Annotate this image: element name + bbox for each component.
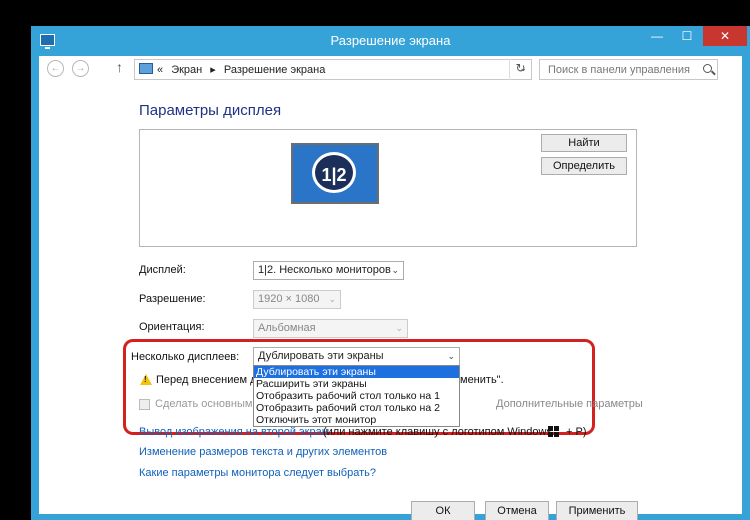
- close-button[interactable]: ✕: [703, 26, 747, 46]
- chevron-down-icon: ⌄: [328, 294, 336, 304]
- warning-icon: [140, 374, 152, 385]
- text-size-link[interactable]: Изменение размеров текста и других элеме…: [139, 446, 387, 458]
- chevron-down-icon: ⌄: [447, 351, 455, 361]
- control-panel-icon: [139, 63, 153, 74]
- advanced-settings-link[interactable]: Дополнительные параметры: [496, 398, 643, 410]
- find-button[interactable]: Найти: [541, 134, 627, 152]
- window: Разрешение экрана — ☐ ✕ ← → ↑ « Экран ▸ …: [31, 26, 750, 520]
- which-settings-link[interactable]: Какие параметры монитора следует выбрать…: [139, 467, 376, 479]
- display-select[interactable]: 1|2. Несколько мониторов ⌄: [253, 261, 404, 280]
- search-placeholder: Поиск в панели управления: [548, 64, 690, 76]
- multiple-displays-value: Дублировать эти экраны: [258, 350, 384, 362]
- address-bar: ← → ↑ « Экран ▸ Разрешение экрана ⌄ ↻ По…: [39, 56, 742, 84]
- resolution-select: 1920 × 1080 ⌄: [253, 290, 341, 309]
- apply-button[interactable]: Применить: [556, 501, 638, 520]
- resolution-value: 1920 × 1080: [258, 293, 320, 305]
- ok-button[interactable]: ОК: [411, 501, 475, 520]
- title-bar: Разрешение экрана — ☐ ✕: [31, 26, 750, 56]
- orientation-label: Ориентация:: [139, 321, 205, 333]
- forward-button[interactable]: →: [72, 60, 89, 77]
- projector-hint-tail: + P): [566, 426, 587, 438]
- back-button[interactable]: ←: [47, 60, 64, 77]
- breadcrumb: « Экран ▸ Разрешение экрана: [157, 63, 330, 76]
- option-duplicate[interactable]: Дублировать эти экраны: [254, 366, 459, 378]
- address-field[interactable]: « Экран ▸ Разрешение экрана ⌄: [134, 59, 532, 80]
- up-button[interactable]: ↑: [116, 59, 123, 75]
- display-value: 1|2. Несколько мониторов: [258, 264, 391, 276]
- minimize-button[interactable]: —: [643, 26, 671, 46]
- make-primary-label: Сделать основным д: [155, 398, 262, 410]
- multiple-displays-label: Несколько дисплеев:: [131, 351, 240, 363]
- resolution-label: Разрешение:: [139, 293, 206, 305]
- option-only-2[interactable]: Отобразить рабочий стол только на 2: [254, 402, 459, 414]
- projector-hint: (или нажмите клавишу с логотипом Windows: [323, 426, 552, 438]
- content-area: ← → ↑ « Экран ▸ Разрешение экрана ⌄ ↻ По…: [39, 56, 742, 520]
- warning-text: Перед внесением д: [156, 374, 257, 386]
- monitor-number: 1|2: [321, 165, 347, 185]
- multiple-displays-select[interactable]: Дублировать эти экраны ⌄: [253, 347, 460, 366]
- windows-logo-icon: [548, 426, 561, 438]
- refresh-button[interactable]: ↻: [509, 59, 531, 80]
- breadcrumb-item-resolution[interactable]: Разрешение экрана: [224, 64, 325, 76]
- projector-link[interactable]: Вывод изображения на второй экран: [139, 426, 328, 438]
- search-input[interactable]: Поиск в панели управления: [539, 59, 718, 80]
- breadcrumb-overflow[interactable]: «: [157, 64, 163, 76]
- monitor-badge: 1|2: [312, 152, 356, 193]
- breadcrumb-item-screen[interactable]: Экран: [171, 64, 202, 76]
- detect-button[interactable]: Определить: [541, 157, 627, 175]
- option-only-1[interactable]: Отобразить рабочий стол только на 1: [254, 390, 459, 402]
- orientation-select: Альбомная ⌄: [253, 319, 408, 338]
- page-title: Параметры дисплея: [139, 102, 282, 119]
- orientation-value: Альбомная: [258, 322, 316, 334]
- search-icon[interactable]: [703, 64, 712, 73]
- option-disconnect[interactable]: Отключить этот монитор: [254, 414, 459, 426]
- multiple-displays-options: Дублировать эти экраны Расширить эти экр…: [253, 365, 460, 427]
- cancel-button[interactable]: Отмена: [485, 501, 549, 520]
- make-primary-checkbox[interactable]: [139, 399, 150, 410]
- chevron-down-icon: ⌄: [395, 323, 403, 333]
- display-label: Дисплей:: [139, 264, 186, 276]
- maximize-button[interactable]: ☐: [673, 26, 701, 46]
- monitor-preview[interactable]: 1|2: [291, 143, 379, 204]
- chevron-down-icon: ⌄: [391, 265, 399, 275]
- option-extend[interactable]: Расширить эти экраны: [254, 378, 459, 390]
- display-preview-panel: 1|2 Найти Определить: [139, 129, 637, 247]
- breadcrumb-separator: ▸: [210, 64, 216, 76]
- warning-text-tail: менить".: [460, 374, 504, 386]
